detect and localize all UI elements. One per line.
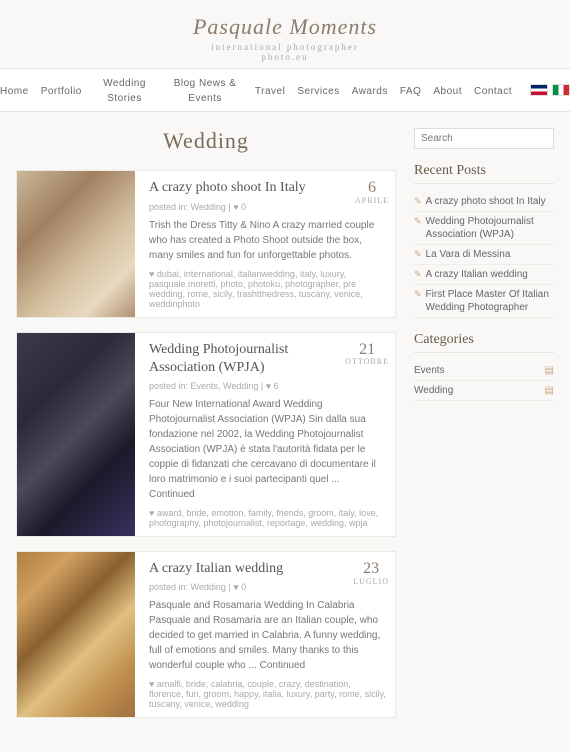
post-title-3[interactable]: A crazy Italian wedding: [149, 560, 387, 578]
post-excerpt-1: Trish the Dress Titty & Nino A crazy mar…: [149, 218, 387, 263]
post-thumbnail: [17, 171, 135, 316]
categories-heading: Categories: [414, 332, 554, 353]
post-title-1[interactable]: A crazy photo shoot In Italy: [149, 179, 387, 197]
post-date-month: OTTOBRE: [345, 358, 389, 367]
nav-home[interactable]: Home: [0, 86, 29, 97]
list-item[interactable]: A crazy Italian wedding: [414, 265, 554, 285]
main-content: Wedding 6 APRILE A crazy photo shoot In …: [16, 128, 396, 732]
category-item[interactable]: Events ▤: [414, 361, 554, 381]
category-item[interactable]: Wedding ▤: [414, 381, 554, 401]
post-item: 21 OTTOBRE Wedding Photojournalist Assoc…: [16, 332, 396, 537]
post-meta-1: posted in: Wedding | ♥ 0: [149, 202, 387, 212]
post-body-2: 21 OTTOBRE Wedding Photojournalist Assoc…: [145, 333, 395, 536]
post-date-month: LUGLIO: [353, 578, 389, 587]
categories-section: Categories Events ▤ Wedding ▤: [414, 332, 554, 401]
post-date-day: 23: [353, 560, 389, 578]
nav-blog[interactable]: Blog News & Events: [174, 78, 237, 104]
nav-portfolio[interactable]: Portfolio: [41, 86, 82, 97]
post-thumbnail: [17, 552, 135, 717]
category-label: Events: [414, 365, 445, 376]
post-meta-2: posted in: Events, Wedding | ♥ 6: [149, 381, 387, 391]
sidebar: Recent Posts A crazy photo shoot In Ital…: [414, 128, 554, 732]
folder-icon: ▤: [545, 365, 554, 376]
nav-travel[interactable]: Travel: [255, 86, 285, 97]
post-item: 23 LUGLIO A crazy Italian wedding posted…: [16, 551, 396, 718]
main-navigation: Home Portfolio Wedding Stories Blog News…: [0, 69, 570, 112]
post-body-1: 6 APRILE A crazy photo shoot In Italy po…: [145, 171, 395, 316]
post-excerpt-3: Pasquale and Rosamaria Wedding In Calabr…: [149, 598, 387, 673]
category-list: Events ▤ Wedding ▤: [414, 361, 554, 401]
list-item[interactable]: La Vara di Messina: [414, 245, 554, 265]
page-wrapper: Wedding 6 APRILE A crazy photo shoot In …: [0, 112, 570, 752]
post-tags-2: ♥ award, bride, emotion, family, friends…: [149, 508, 387, 528]
list-item[interactable]: First Place Master Of Italian Wedding Ph…: [414, 285, 554, 318]
nav-services[interactable]: Services: [297, 86, 339, 97]
post-date-day: 21: [345, 341, 389, 359]
post-item: 6 APRILE A crazy photo shoot In Italy po…: [16, 170, 396, 317]
nav-contact[interactable]: Contact: [474, 86, 512, 97]
flag-it[interactable]: [552, 84, 570, 96]
category-label: Wedding: [414, 385, 453, 396]
post-date-badge-2: 21 OTTOBRE: [345, 341, 389, 367]
post-body-3: 23 LUGLIO A crazy Italian wedding posted…: [145, 552, 395, 717]
site-header: Pasquale Moments international photograp…: [0, 0, 570, 69]
nav-about[interactable]: About: [433, 86, 462, 97]
list-item[interactable]: Wedding Photojournalist Association (WPJ…: [414, 212, 554, 245]
post-meta-3: posted in: Wedding | ♥ 0: [149, 582, 387, 592]
post-tags-1: ♥ dubai, international, italianwedding, …: [149, 269, 387, 309]
post-thumbnail: [17, 333, 135, 536]
post-excerpt-2: Four New International Award Wedding Pho…: [149, 397, 387, 502]
folder-icon: ▤: [545, 385, 554, 396]
post-image-2: [17, 333, 135, 536]
site-title: Pasquale Moments: [0, 14, 570, 40]
nav-awards[interactable]: Awards: [352, 86, 388, 97]
recent-posts-heading: Recent Posts: [414, 163, 554, 184]
post-date-badge-1: 6 APRILE: [355, 179, 389, 205]
page-title: Wedding: [16, 128, 396, 154]
post-date-day: 6: [355, 179, 389, 197]
post-tags-3: ♥ amalfi, bride, calabria, couple, crazy…: [149, 679, 387, 709]
nav-wedding-stories[interactable]: Wedding Stories: [103, 78, 146, 104]
site-subtitle: international photographerPhoto.eu: [0, 42, 570, 62]
post-image-1: [17, 171, 135, 316]
post-date-badge-3: 23 LUGLIO: [353, 560, 389, 586]
post-date-month: APRILE: [355, 197, 389, 206]
nav-faq[interactable]: FAQ: [400, 86, 422, 97]
recent-posts-list: A crazy photo shoot In Italy Wedding Pho…: [414, 192, 554, 318]
search-input[interactable]: [414, 128, 554, 149]
post-image-3: [17, 552, 135, 717]
list-item[interactable]: A crazy photo shoot In Italy: [414, 192, 554, 212]
flag-uk[interactable]: [530, 84, 548, 96]
